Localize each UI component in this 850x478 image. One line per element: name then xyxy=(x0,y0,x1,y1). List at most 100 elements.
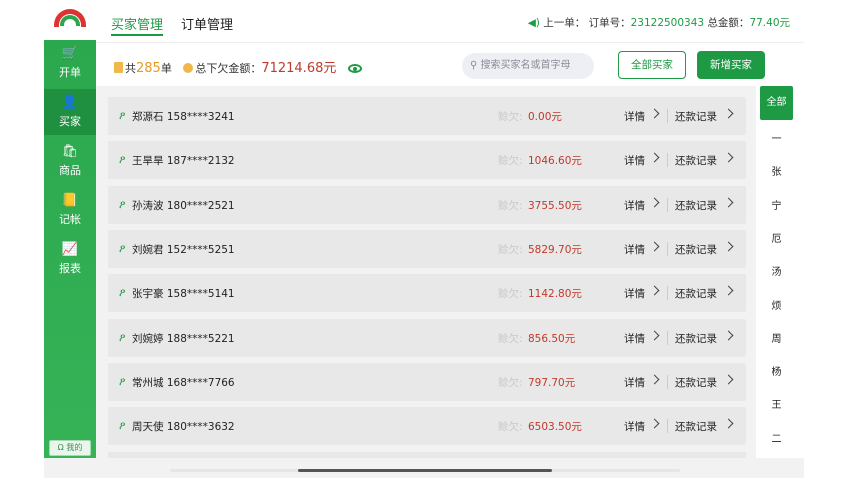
index-letter[interactable]: 厄 xyxy=(760,230,793,245)
index-letter[interactable]: 一 xyxy=(760,130,793,145)
detail-link[interactable]: 详情 xyxy=(624,286,645,301)
chevron-right-icon xyxy=(723,241,734,252)
person-icon: ዖ xyxy=(119,241,126,255)
owe-total-label: 总下欠金额： xyxy=(195,62,262,75)
owe-label: 赊欠: xyxy=(498,288,523,301)
me-button[interactable]: Ω 我的 xyxy=(49,440,91,456)
owe-amount: 1046.60元 xyxy=(528,155,582,168)
owe-amount: 3755.50元 xyxy=(528,199,582,212)
divider xyxy=(667,374,668,389)
list-item[interactable]: ዖ 孙涛波 180****2521 赊欠: 3755.50元 详情 还款记录 xyxy=(108,185,746,224)
order-no-label: 订单号： xyxy=(588,17,631,29)
detail-link[interactable]: 详情 xyxy=(624,419,645,434)
detail-link[interactable]: 详情 xyxy=(624,375,645,390)
last-order-prefix: 上一单： xyxy=(543,17,586,29)
person-icon: ዖ xyxy=(119,153,126,167)
buyer-name: 周天使 180****3632 xyxy=(132,421,235,434)
count-prefix: 共 xyxy=(125,62,136,75)
owe-amount: 1142.80元 xyxy=(528,288,582,301)
index-letter[interactable]: 周 xyxy=(760,330,793,345)
tab-buyer-management[interactable]: 买家管理 xyxy=(111,14,163,33)
owe-label: 赊欠: xyxy=(498,111,523,123)
me-label: 我的 xyxy=(66,443,83,452)
person-icon: ዖ xyxy=(119,330,126,344)
index-all[interactable]: 全部 xyxy=(760,86,793,120)
app-logo xyxy=(44,0,96,40)
detail-link[interactable]: 详情 xyxy=(624,331,645,346)
sidebar: 🛒 开单 👤 买家 🛍 商品 📒 记帐 📈 报表 Ω 我的 xyxy=(44,0,96,466)
detail-link[interactable]: 详情 xyxy=(624,198,645,213)
divider xyxy=(667,109,668,123)
detail-link[interactable]: 详情 xyxy=(624,109,645,124)
chevron-right-icon xyxy=(723,330,734,340)
index-letter[interactable]: 张 xyxy=(760,163,793,178)
sidebar-item-label: 开单 xyxy=(59,66,81,79)
person-icon: ዖ xyxy=(119,286,126,300)
index-letter[interactable]: 汤 xyxy=(760,263,793,278)
repay-record-link[interactable]: 还款记录 xyxy=(675,109,717,124)
person-icon: 👤 xyxy=(61,95,79,110)
top-tabs-bar: 买家管理 订单管理 ◀) 上一单： 订单号：23122500343 总金额：77… xyxy=(96,0,804,42)
chevron-right-icon xyxy=(649,152,660,163)
index-letter[interactable]: 烦 xyxy=(760,297,793,312)
chevron-right-icon xyxy=(723,285,734,296)
repay-record-link[interactable]: 还款记录 xyxy=(675,198,717,213)
index-letter[interactable]: 二 xyxy=(760,430,793,445)
sidebar-item-1[interactable]: 👤 买家 xyxy=(44,89,96,135)
detail-link[interactable]: 详情 xyxy=(624,153,645,168)
divider xyxy=(667,419,668,434)
repay-record-link[interactable]: 还款记录 xyxy=(675,331,717,346)
divider xyxy=(667,286,668,301)
sidebar-item-3[interactable]: 📒 记帐 xyxy=(44,187,96,233)
sidebar-item-label: 记帐 xyxy=(59,213,81,226)
list-item[interactable]: ዖ 王旱旱 187****2132 赊欠: 1046.60元 详情 还款记录 xyxy=(108,141,746,180)
list-item[interactable]: ዖ 张宇豪 158****5141 赊欠: 1142.80元 详情 还款记录 xyxy=(108,274,746,313)
index-letter[interactable]: 宁 xyxy=(760,197,793,212)
new-buyer-button[interactable]: 新增买家 xyxy=(697,51,765,79)
index-letter[interactable]: 杨 xyxy=(760,363,793,378)
repay-record-link[interactable]: 还款记录 xyxy=(675,242,717,257)
owe-amount: 797.70元 xyxy=(528,376,576,389)
chevron-right-icon xyxy=(723,418,734,429)
order-count: 285 xyxy=(136,61,161,76)
repay-record-link[interactable]: 还款记录 xyxy=(675,153,717,168)
order-no: 23122500343 xyxy=(630,17,705,29)
person-icon: ዖ xyxy=(119,109,126,122)
repay-record-link[interactable]: 还款记录 xyxy=(675,375,717,390)
index-letter[interactable]: 王 xyxy=(760,396,793,411)
scroll-indicator xyxy=(170,469,680,472)
all-buyers-button[interactable]: 全部买家 xyxy=(618,51,686,79)
sidebar-item-4[interactable]: 📈 报表 xyxy=(44,236,96,282)
list-item[interactable]: ዖ 常州城 168****7766 赊欠: 797.70元 详情 还款记录 xyxy=(108,362,746,401)
eye-icon[interactable] xyxy=(347,64,362,73)
search-input[interactable]: ⚲ 搜索买家名或首字母 xyxy=(462,53,594,79)
summary-bar: 共285单 总下欠金额：71214.68元 ⚲ 搜索买家名或首字母 全部买家 新… xyxy=(96,42,804,86)
cart-icon: 🛒 xyxy=(61,46,79,61)
total-label: 总金额： xyxy=(707,17,750,29)
last-order-info[interactable]: ◀) 上一单： 订单号：23122500343 总金额：77.40元 xyxy=(528,15,790,30)
divider xyxy=(667,197,668,212)
chart-icon: 📈 xyxy=(61,242,79,257)
buyer-name: 王旱旱 187****2132 xyxy=(132,155,235,168)
sidebar-item-0[interactable]: 🛒 开单 xyxy=(44,40,96,86)
person-icon: ዖ xyxy=(119,374,126,388)
owe-label: 赊欠: xyxy=(498,332,523,345)
repay-record-link[interactable]: 还款记录 xyxy=(675,286,717,301)
list-item[interactable]: ዖ 周天使 180****3632 赊欠: 6503.50元 详情 还款记录 xyxy=(108,407,746,446)
sidebar-item-label: 报表 xyxy=(59,262,81,275)
tab-order-management[interactable]: 订单管理 xyxy=(181,14,233,33)
buyer-list: ዖ 郑源石 158****3241 赊欠: 0.00元 详情 还款记录 ዖ 王旱旱 187**… xyxy=(96,86,756,458)
document-icon xyxy=(114,62,123,73)
list-item[interactable]: ዖ 刘婉婷 188****5221 赊欠: 856.50元 详情 还款记录 xyxy=(108,318,746,357)
summary-text: 共285单 总下欠金额：71214.68元 xyxy=(114,57,362,76)
buyer-name: 刘婉君 152****5251 xyxy=(132,243,235,256)
sidebar-item-2[interactable]: 🛍 商品 xyxy=(44,138,96,184)
repay-record-link[interactable]: 还款记录 xyxy=(675,419,717,434)
active-tab-indicator xyxy=(111,34,163,36)
chevron-right-icon xyxy=(649,241,660,252)
detail-link[interactable]: 详情 xyxy=(624,242,645,257)
owe-total: 71214.68元 xyxy=(261,61,337,76)
person-icon: ዖ xyxy=(119,419,126,433)
list-item[interactable]: ዖ 郑源石 158****3241 赊欠: 0.00元 详情 还款记录 xyxy=(108,97,746,135)
list-item[interactable]: ዖ 刘婉君 152****5251 赊欠: 5829.70元 详情 还款记录 xyxy=(108,229,746,268)
